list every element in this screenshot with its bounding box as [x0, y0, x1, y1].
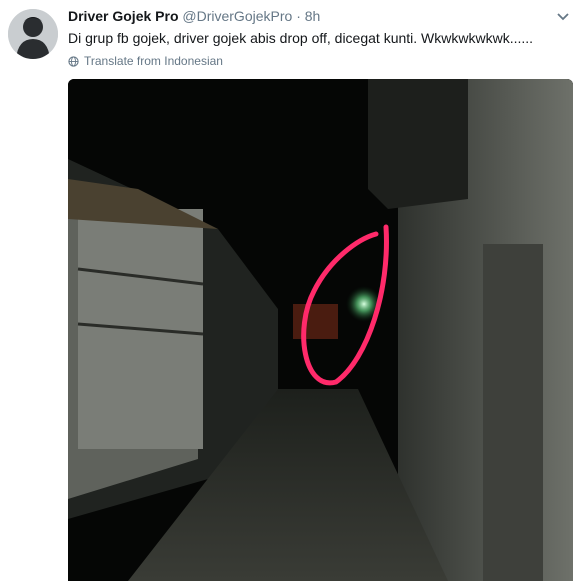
tweet-card: Driver Gojek Pro @DriverGojekPro · 8h Di…	[0, 0, 585, 581]
user-handle[interactable]: @DriverGojekPro	[182, 8, 292, 24]
tweet-photo[interactable]	[68, 79, 573, 581]
tweet-text: Di grup fb gojek, driver gojek abis drop…	[68, 30, 534, 46]
display-name[interactable]: Driver Gojek Pro	[68, 8, 179, 24]
translate-link[interactable]: Translate from Indonesian	[68, 54, 223, 68]
avatar[interactable]	[8, 9, 58, 59]
user-avatar-icon	[8, 9, 58, 59]
night-alley-photo	[68, 79, 573, 581]
more-options-button[interactable]	[555, 8, 571, 24]
chevron-down-icon	[557, 13, 569, 21]
globe-icon	[68, 55, 79, 67]
translate-label: Translate from Indonesian	[84, 54, 223, 68]
tweet-timestamp[interactable]: 8h	[305, 8, 321, 24]
tweet-header: Driver Gojek Pro @DriverGojekPro · 8h	[68, 8, 320, 24]
separator-dot: ·	[296, 8, 301, 24]
